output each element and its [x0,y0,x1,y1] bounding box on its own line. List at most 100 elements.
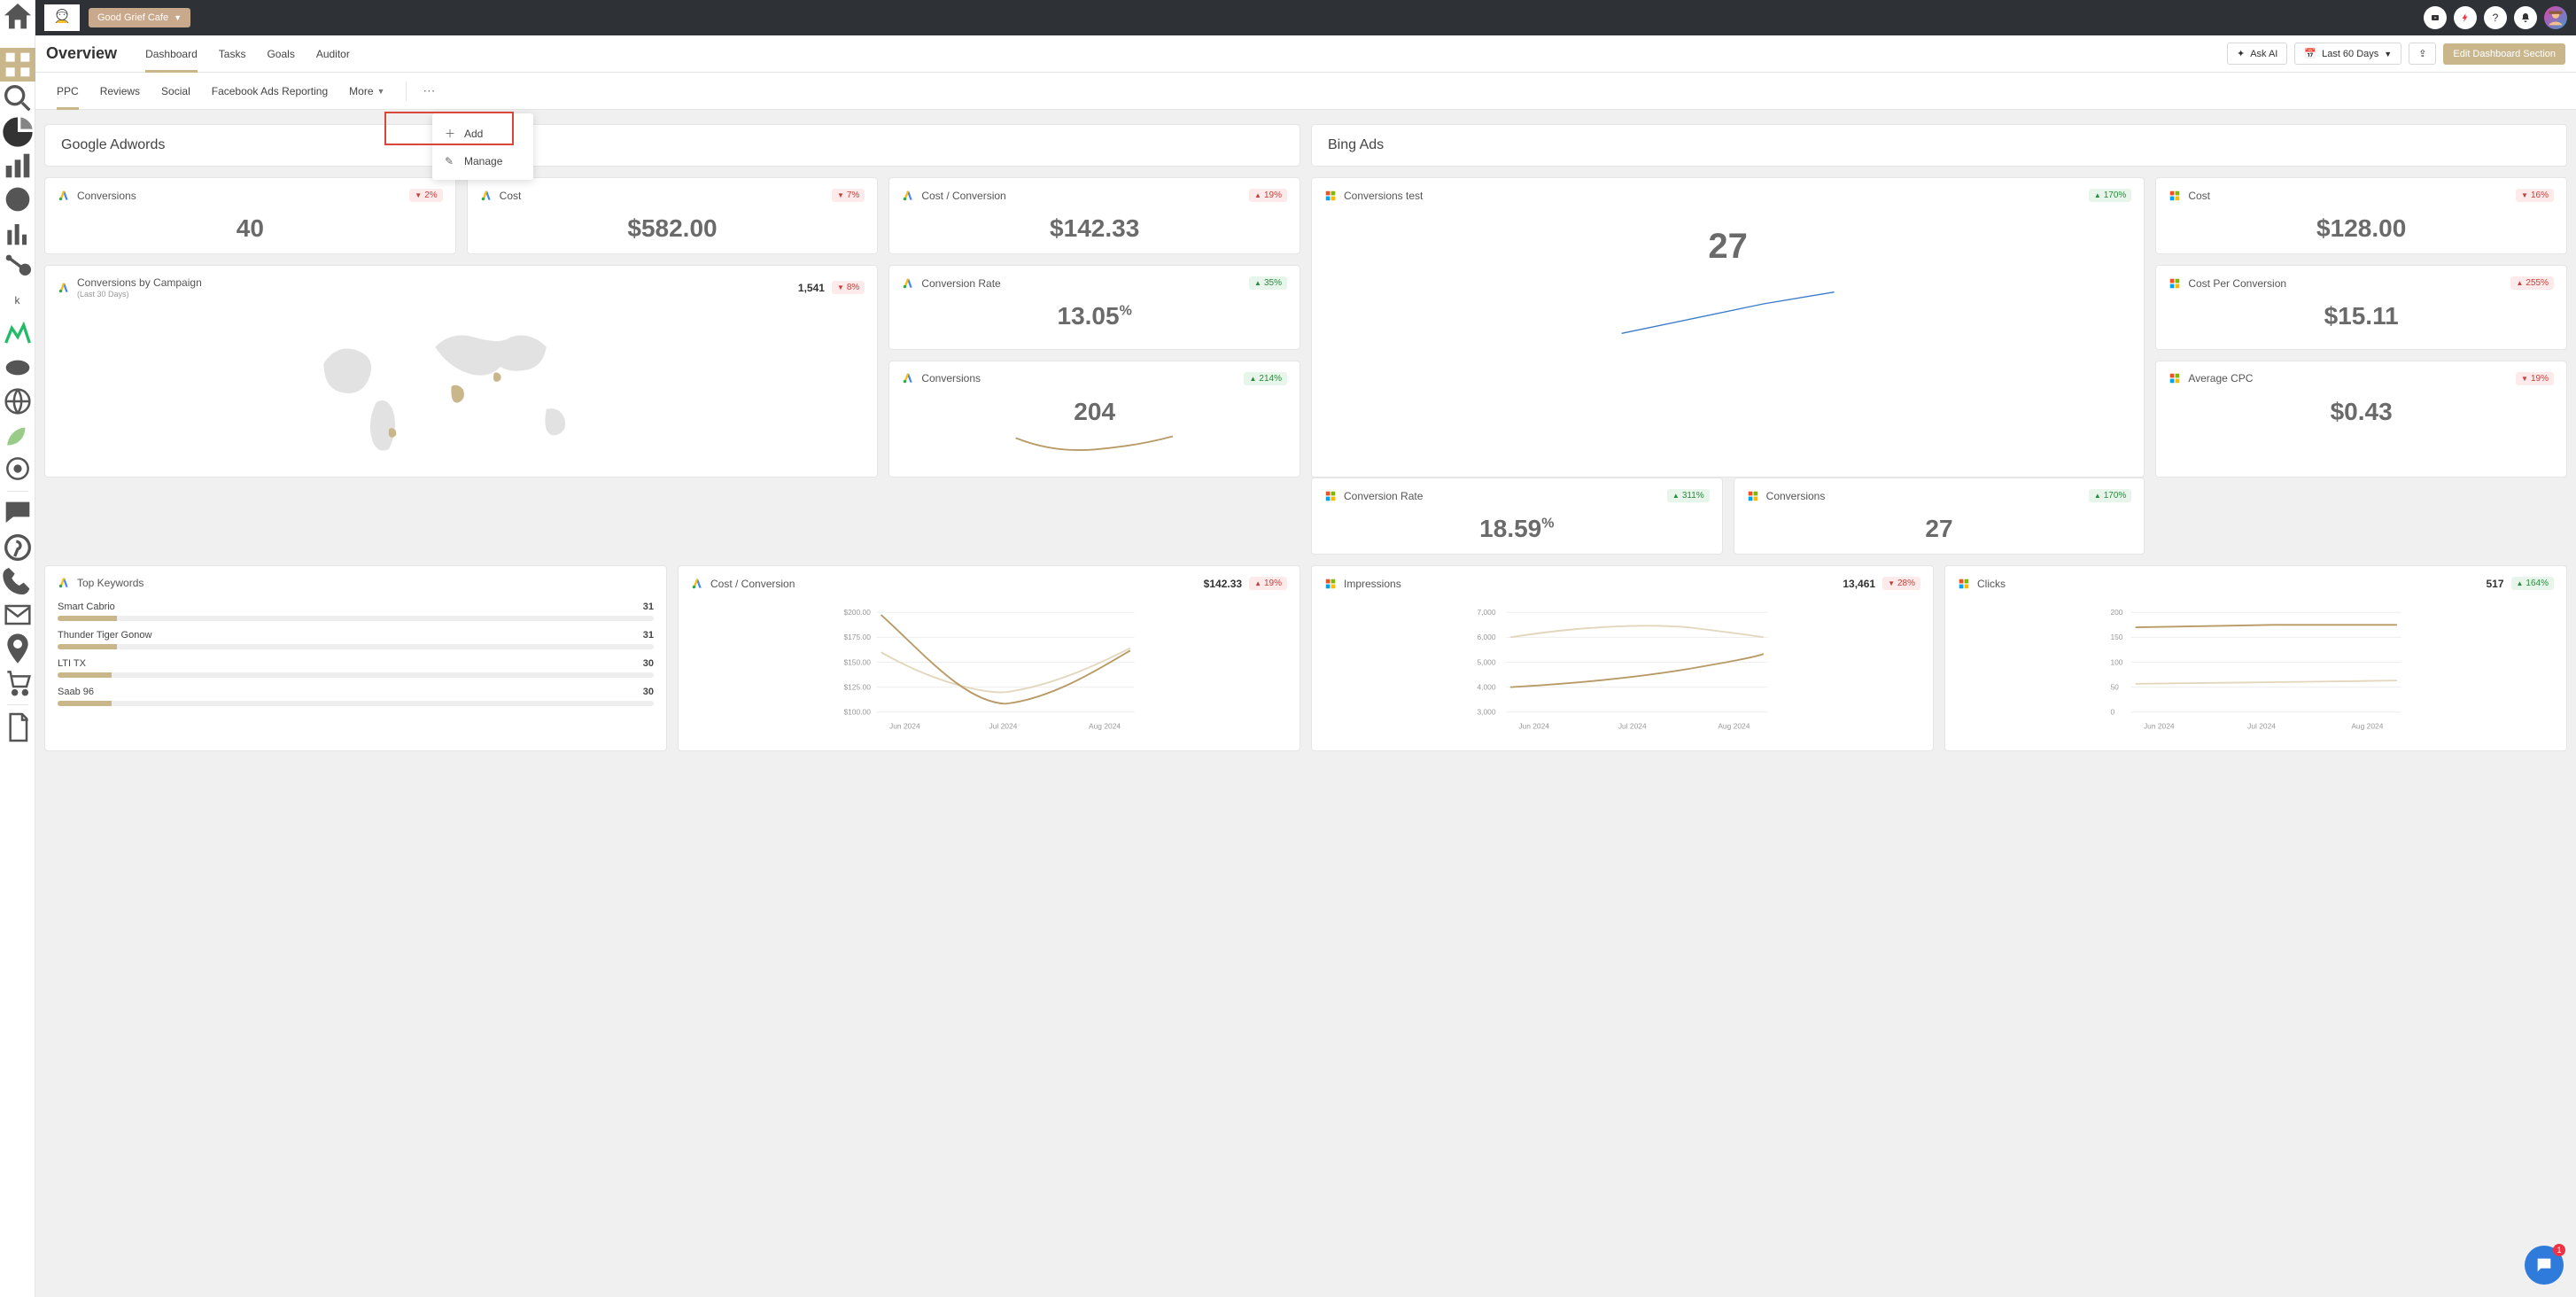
phone-icon[interactable] [0,564,35,598]
card-title: Cost / Conversion [921,190,1249,202]
search-icon[interactable] [0,82,35,115]
target-icon[interactable] [0,183,35,216]
svg-text:Jun 2024: Jun 2024 [889,722,920,731]
pinterest-icon[interactable] [0,531,35,564]
subtab-social[interactable]: Social [151,73,201,110]
bar-chart-icon[interactable] [0,149,35,183]
notifications-icon[interactable] [2514,6,2537,29]
svg-text:$100.00: $100.00 [843,708,871,717]
document-icon[interactable] [0,711,35,744]
card-title: Conversion Rate [1344,490,1667,502]
svg-text:Jul 2024: Jul 2024 [2247,722,2276,731]
card-title: Clicks [1977,578,2486,590]
arrow-down-icon: ▼ [2521,375,2528,383]
location-icon[interactable] [0,632,35,665]
card-value: 1,541 [798,282,825,294]
card-title: Cost Per Conversion [2188,277,2510,290]
card-title: Conversions [1766,490,2089,502]
line-chart: 200 150 100 50 0 Jun 2024 Jul 2024 Aug 2… [1958,602,2554,735]
leaf-icon[interactable] [0,418,35,452]
caret-down-icon: ▼ [377,87,385,96]
analytics-pie-icon[interactable] [0,115,35,149]
arrow-up-icon: ▲ [2517,579,2524,587]
card-value: 27 [1324,227,2131,267]
keyword-name: Thunder Tiger Gonow [58,630,151,641]
svg-text:Aug 2024: Aug 2024 [2351,722,2383,731]
integration-k-icon[interactable]: k [0,283,35,317]
arrow-up-icon: ▲ [2516,279,2523,287]
mail-icon[interactable] [0,598,35,632]
delta-badge: ▲311% [1667,489,1710,502]
pencil-icon: ✎ [445,155,455,167]
lightning-icon[interactable] [2454,6,2477,29]
sparkle-icon: ✦ [2237,48,2245,59]
card-title: Cost [500,190,832,202]
chat-icon[interactable] [0,497,35,531]
arrow-up-icon: ▲ [1254,191,1261,199]
calendar-icon: 📅 [2304,48,2316,59]
delta-badge: ▼16% [2516,189,2554,202]
card-value: 40 [58,214,443,243]
ask-ai-button[interactable]: ✦Ask AI [2227,43,2287,65]
keyword-row: LTI TX30 [58,658,654,678]
intercom-chat-button[interactable]: 1 [2525,1246,2564,1285]
svg-text:3,000: 3,000 [1477,708,1495,717]
svg-text:200: 200 [2110,608,2122,617]
svg-text:Jul 2024: Jul 2024 [1618,722,1647,731]
salesforce-icon[interactable] [0,351,35,384]
cart-icon[interactable] [0,665,35,699]
tab-tasks[interactable]: Tasks [208,35,257,73]
keyword-name: Saab 96 [58,687,94,697]
column-chart-icon[interactable] [0,216,35,250]
card-value: $582.00 [480,214,865,243]
svg-text:100: 100 [2110,657,2122,666]
keyword-bar [58,644,654,649]
date-range-selector[interactable]: 📅Last 60 Days▼ [2294,43,2401,65]
line-chart: 7,000 6,000 5,000 4,000 3,000 Jun 2024 J… [1324,602,1920,735]
delta-badge: ▲164% [2511,577,2555,590]
subtab-facebook-ads[interactable]: Facebook Ads Reporting [201,73,338,110]
tab-goals[interactable]: Goals [256,35,305,73]
plus-icon: ＋ [445,126,455,141]
card-bing-conversion-rate: Conversion Rate ▲311% 18.59% [1311,478,1723,555]
line-chart: $200.00 $175.00 $150.00 $125.00 $100.00 … [691,602,1287,735]
integration-moz-icon[interactable] [0,317,35,351]
svg-text:7,000: 7,000 [1477,608,1495,617]
subtab-more[interactable]: More▼ [338,73,395,110]
svg-text:50: 50 [2110,682,2119,691]
subtab-ppc[interactable]: PPC [46,73,89,110]
user-avatar[interactable] [2544,6,2567,29]
keyword-row: Saab 9630 [58,687,654,706]
help-icon[interactable]: ? [2484,6,2507,29]
svg-text:Jun 2024: Jun 2024 [1518,722,1549,731]
crosshair-icon[interactable] [0,452,35,485]
delta-badge: ▲35% [1249,276,1287,290]
card-subtitle: (Last 30 Days) [77,290,798,299]
arrow-up-icon: ▲ [1672,492,1680,500]
client-selector[interactable]: Good Grief Cafe ▼ [89,8,190,27]
more-actions-icon[interactable]: ⋯ [417,83,440,98]
tab-dashboard[interactable]: Dashboard [135,35,208,73]
video-library-icon[interactable] [2424,6,2447,29]
svg-text:$150.00: $150.00 [843,657,871,666]
card-value: $0.43 [2169,398,2554,426]
dropdown-add[interactable]: ＋Add [432,119,533,148]
client-logo[interactable] [44,4,80,31]
home-icon[interactable] [0,0,35,34]
dropdown-manage[interactable]: ✎Manage [432,148,533,175]
card-value: $142.33 [902,214,1287,243]
divider [406,82,407,101]
google-ads-icon [902,190,914,202]
card-bing-cost-per-conversion: Cost Per Conversion ▲255% $15.11 [2155,265,2567,350]
subtab-reviews[interactable]: Reviews [89,73,151,110]
globe-icon[interactable] [0,384,35,418]
hubspot-icon[interactable] [0,250,35,283]
share-button[interactable]: ⇪ [2409,43,2436,65]
arrow-down-icon: ▼ [1888,579,1895,587]
microsoft-ads-icon [1324,190,1337,202]
card-google-cost: Cost ▼7% $582.00 [467,177,879,254]
tab-auditor[interactable]: Auditor [306,35,361,73]
edit-dashboard-button[interactable]: Edit Dashboard Section [2443,43,2565,65]
apps-icon[interactable] [0,48,35,82]
delta-badge: ▲19% [1249,189,1287,202]
